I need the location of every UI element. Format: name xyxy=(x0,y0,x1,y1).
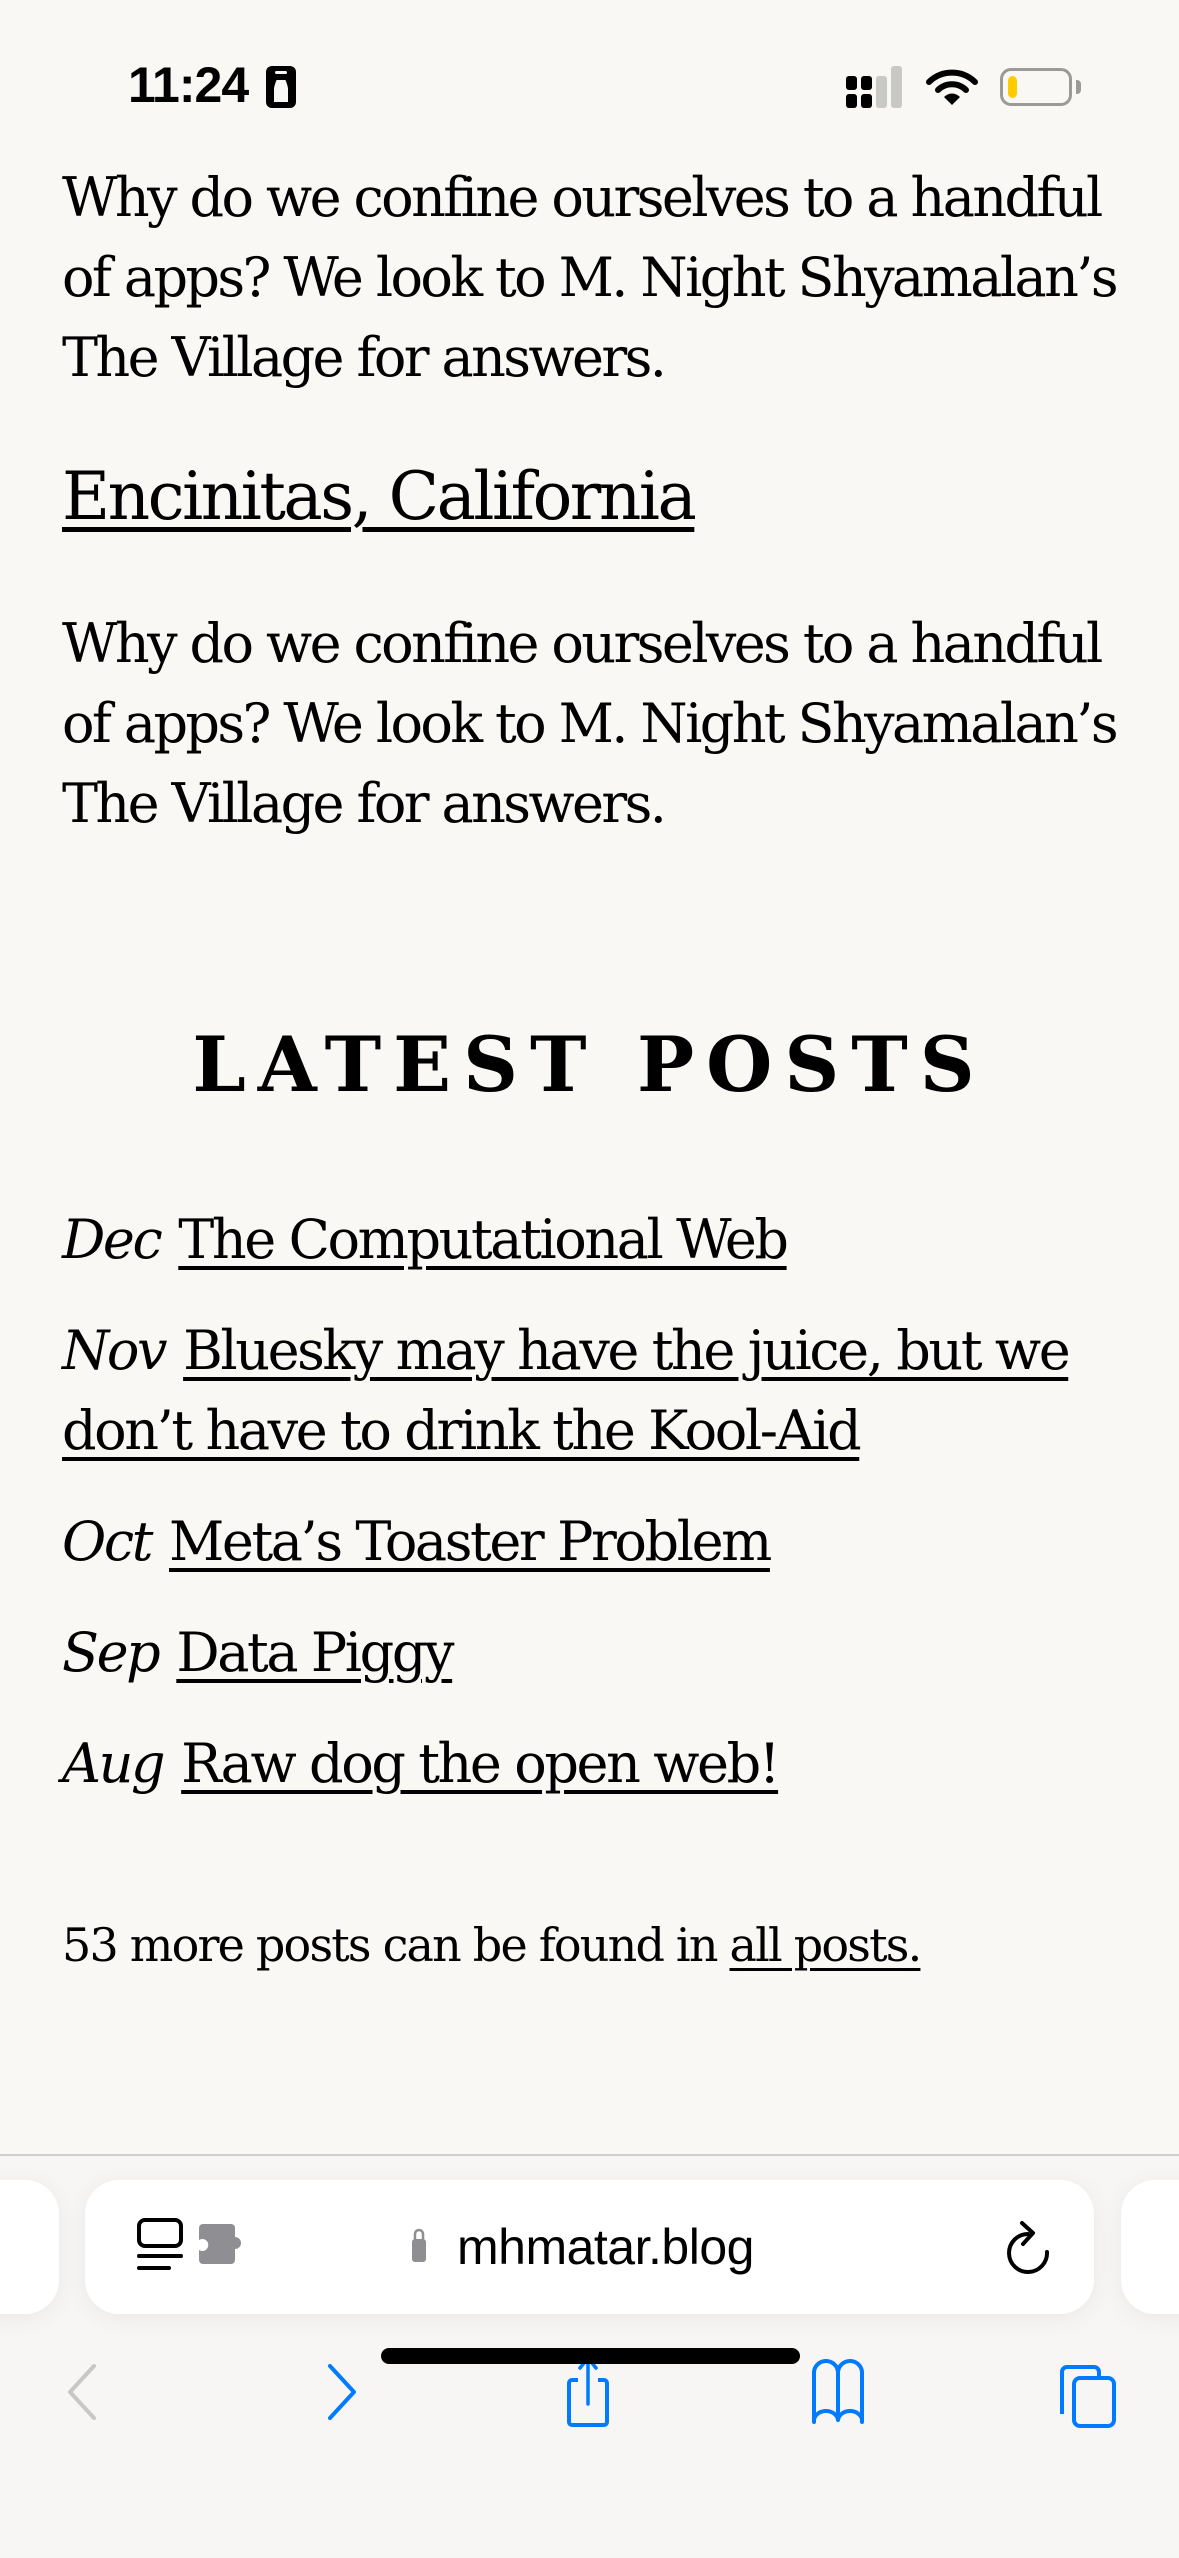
home-indicator[interactable] xyxy=(381,2348,800,2364)
cellular-signal-icon xyxy=(846,66,904,108)
status-time: 11:24 xyxy=(128,57,249,113)
location-heading-link[interactable]: Encinitas, California xyxy=(62,458,697,535)
reload-icon[interactable] xyxy=(1003,2220,1053,2274)
address-bar[interactable]: mhmatar.blog xyxy=(85,2180,1094,2314)
previous-tab-card[interactable] xyxy=(0,2180,59,2314)
article-paragraph: Why do we confine ourselves to a handful… xyxy=(62,166,1119,389)
post-list-item: Oct Meta’s Toaster Problem xyxy=(62,1502,1122,1582)
id-badge-icon xyxy=(266,66,296,108)
post-month: Oct xyxy=(62,1510,153,1573)
post-link[interactable]: Data Piggy xyxy=(176,1621,454,1684)
wifi-icon xyxy=(926,69,978,105)
post-month: Sep xyxy=(62,1621,161,1684)
url-text[interactable]: mhmatar.blog xyxy=(457,2218,754,2276)
battery-level xyxy=(1008,76,1017,98)
browser-toolbar xyxy=(0,2352,1179,2442)
post-list-item: Aug Raw dog the open web! xyxy=(62,1724,1122,1804)
chevron-right-icon[interactable] xyxy=(300,2352,380,2432)
next-tab-card[interactable] xyxy=(1121,2180,1179,2314)
chevron-left-icon[interactable] xyxy=(48,2352,128,2432)
post-list-item: Sep Data Piggy xyxy=(62,1613,1122,1693)
lock-icon xyxy=(412,2228,426,2262)
post-list-item: Dec The Computational Web xyxy=(62,1200,1122,1280)
latest-posts-heading: LATEST POSTS xyxy=(192,1020,987,1109)
post-link[interactable]: Raw dog the open web! xyxy=(181,1732,780,1795)
post-month: Aug xyxy=(62,1732,166,1795)
post-month: Nov xyxy=(62,1319,167,1382)
battery-icon xyxy=(1000,68,1072,106)
latest-posts-list: Dec The Computational Web Nov Bluesky may … xyxy=(62,1200,1122,1835)
extension-puzzle-icon[interactable] xyxy=(199,2224,247,2264)
status-bar: 11:24 xyxy=(0,0,1179,140)
battery-tip xyxy=(1076,80,1081,94)
more-posts-text: 53 more posts can be found in xyxy=(62,1918,730,1972)
post-list-item: Nov Bluesky may have the juice, but we do… xyxy=(62,1311,1122,1471)
more-posts-note: 53 more posts can be found in all posts. xyxy=(62,1918,923,1972)
tabs-icon[interactable] xyxy=(1048,2352,1128,2432)
post-link[interactable]: Meta’s Toaster Problem xyxy=(169,1510,772,1573)
share-icon[interactable] xyxy=(548,2352,628,2432)
post-link[interactable]: Bluesky may have the juice, but we don’t… xyxy=(62,1319,1071,1462)
all-posts-link[interactable]: all posts. xyxy=(730,1918,923,1972)
page-menu-icon[interactable] xyxy=(137,2218,183,2274)
article-paragraph: Why do we confine ourselves to a handful… xyxy=(62,612,1119,835)
post-month: Dec xyxy=(62,1208,163,1271)
post-link[interactable]: The Computational Web xyxy=(178,1208,789,1271)
bookmarks-book-icon[interactable] xyxy=(798,2352,878,2432)
